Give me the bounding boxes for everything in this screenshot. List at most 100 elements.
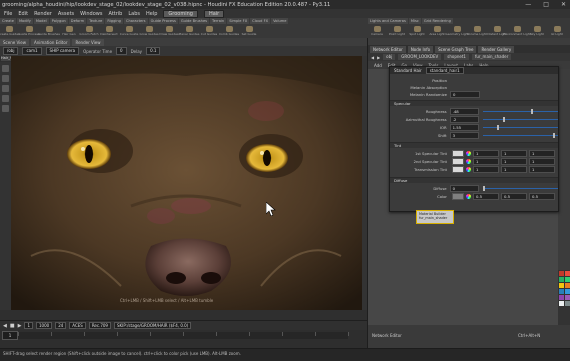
render-status-field[interactable]: SKIP:/stage/GROOM/HAIR ($F4, 0.0): [113, 322, 192, 329]
ior-field[interactable]: 1.55: [449, 124, 480, 131]
color-swatch[interactable]: [452, 166, 464, 173]
main-button[interactable]: Hair: [203, 9, 225, 18]
menu-help[interactable]: Help: [146, 11, 157, 17]
minimize-icon[interactable]: —: [525, 1, 531, 8]
path-obj[interactable]: obj: [383, 54, 396, 60]
shelf-tool-button[interactable]: Environment Light: [503, 25, 531, 38]
scale-tool-icon[interactable]: [2, 95, 9, 102]
stop-icon[interactable]: ■: [10, 323, 15, 329]
operator-time-field[interactable]: 0: [116, 47, 127, 55]
frame-end-field[interactable]: 1000: [36, 322, 53, 329]
color-swatch[interactable]: [452, 150, 464, 157]
forward-icon[interactable]: ▶: [377, 55, 380, 60]
menu-attrib[interactable]: Attrib: [108, 11, 122, 17]
palette-swatch[interactable]: [558, 288, 564, 294]
tab-scene-graph-tree[interactable]: Scene Graph Tree: [435, 45, 477, 53]
rshelf-tab[interactable]: Lights and Cameras: [368, 18, 408, 24]
rshelf-tab[interactable]: Grid Rendering: [421, 18, 453, 24]
timeline-track[interactable]: [18, 332, 349, 339]
move-tool-icon[interactable]: [2, 75, 9, 82]
shelf-tab[interactable]: Modify: [16, 18, 33, 24]
diffuse-section[interactable]: Diffuse: [390, 177, 558, 183]
shelf-tool-button[interactable]: Sky Light: [528, 25, 546, 38]
palette-swatch[interactable]: [558, 276, 564, 282]
color-wheel-icon[interactable]: [466, 159, 471, 164]
palette-swatch[interactable]: [558, 294, 564, 300]
color-engine-select[interactable]: ACES: [69, 322, 86, 329]
shelf-tab[interactable]: Guide Process: [148, 18, 178, 24]
tab-scene-view[interactable]: Scene View: [0, 38, 29, 46]
tab-network-editor[interactable]: Network Editor: [370, 45, 406, 53]
obj-path[interactable]: /obj: [3, 47, 19, 55]
rshelf-tab[interactable]: Misc: [408, 18, 421, 24]
shelf-tool-button[interactable]: Set Guide: [240, 25, 258, 38]
maximize-icon[interactable]: □: [543, 1, 549, 8]
shelf-tool-button[interactable]: Point Light: [388, 25, 406, 38]
display-select[interactable]: Rec.709: [88, 322, 111, 329]
tint-r-field[interactable]: 1: [473, 166, 499, 173]
menu-labs[interactable]: Labs: [128, 11, 140, 17]
shelf-tool-button[interactable]: Planar Guides: [179, 25, 199, 38]
play-forward-icon[interactable]: ▶: [18, 323, 22, 329]
color-swatch[interactable]: [452, 158, 464, 165]
path-groom-lookdev[interactable]: GROOM_LOOKDEV: [398, 54, 442, 60]
melanin-randomize-field[interactable]: 0: [450, 91, 480, 98]
shelf-tab[interactable]: Simple FX: [227, 18, 250, 24]
rotate-tool-icon[interactable]: [2, 85, 9, 92]
shelf-tool-button[interactable]: Cut Guides: [200, 25, 218, 38]
shelf-tab[interactable]: Model: [33, 18, 49, 24]
play-reverse-icon[interactable]: ◀: [3, 323, 7, 329]
shelf-tool-button[interactable]: Deintersect: [100, 25, 118, 38]
color-wheel-icon[interactable]: [466, 194, 471, 199]
color-swatch[interactable]: [452, 193, 464, 200]
tint-g-field[interactable]: 1: [501, 158, 527, 165]
shelf-tab[interactable]: Deform: [68, 18, 87, 24]
shelf-tab[interactable]: Guide Brushes: [178, 18, 210, 24]
ior-slider[interactable]: [483, 124, 559, 131]
fps-field[interactable]: 24: [55, 322, 67, 329]
net-menu-add[interactable]: Add: [374, 63, 382, 68]
menu-assets[interactable]: Assets: [58, 11, 74, 17]
shelf-tab[interactable]: Create: [0, 18, 16, 24]
palette-swatch[interactable]: [564, 288, 570, 294]
tint-r-field[interactable]: 1: [473, 150, 499, 157]
palette-swatch[interactable]: [564, 294, 570, 300]
shelf-tool-button[interactable]: Create Guides: [0, 25, 20, 38]
diffuse-slider[interactable]: [483, 185, 559, 192]
shelf-tab[interactable]: Cloud FX: [250, 18, 271, 24]
specular-section[interactable]: Specular: [390, 100, 558, 106]
back-icon[interactable]: ◀: [371, 55, 374, 60]
path-shopnet[interactable]: shopnet1: [444, 54, 469, 60]
azimuthal-roughness-slider[interactable]: [483, 116, 559, 123]
azimuthal-roughness-field[interactable]: .2: [449, 116, 480, 123]
shelf-tool-button[interactable]: Camera: [368, 25, 386, 38]
material-builder-node[interactable]: Material Builder fur_main_shader: [416, 210, 454, 224]
shelf-tool-button[interactable]: Grow Guides: [139, 25, 159, 38]
palette-swatch[interactable]: [564, 276, 570, 282]
color-b-field[interactable]: 0.5: [529, 193, 555, 200]
shelf-tool-button[interactable]: Geometry Light: [445, 25, 469, 38]
shelf-tab[interactable]: Terrain: [210, 18, 227, 24]
shelf-tool-button[interactable]: Guide Process: [18, 25, 40, 38]
shift-slider[interactable]: [483, 132, 559, 139]
tint-section[interactable]: Tint: [390, 142, 558, 148]
shelf-tool-button[interactable]: Area Light: [428, 25, 446, 38]
shelf-tool-button[interactable]: Groom Fetch: [79, 25, 99, 38]
render-region-icon[interactable]: [2, 105, 9, 112]
palette-swatch[interactable]: [558, 270, 564, 276]
menu-file[interactable]: File: [4, 11, 12, 17]
shelf-tool-button[interactable]: Hair Gen: [60, 25, 78, 38]
shelf-tool-button[interactable]: GI Light: [548, 25, 566, 38]
frame-start-field[interactable]: 1: [24, 322, 33, 329]
shelf-tool-button[interactable]: Curve Guide: [120, 25, 138, 38]
render-view-image[interactable]: [11, 56, 362, 310]
palette-swatch[interactable]: [564, 282, 570, 288]
roughness-field[interactable]: .48: [449, 108, 480, 115]
tint-g-field[interactable]: 1: [501, 150, 527, 157]
tint-b-field[interactable]: 1: [529, 158, 555, 165]
shelf-tab[interactable]: Texture: [87, 18, 105, 24]
shelf-tab[interactable]: Characters: [123, 18, 148, 24]
palette-swatch[interactable]: [564, 300, 570, 306]
delay-field[interactable]: 0.1: [146, 47, 161, 55]
color-wheel-icon[interactable]: [466, 167, 471, 172]
